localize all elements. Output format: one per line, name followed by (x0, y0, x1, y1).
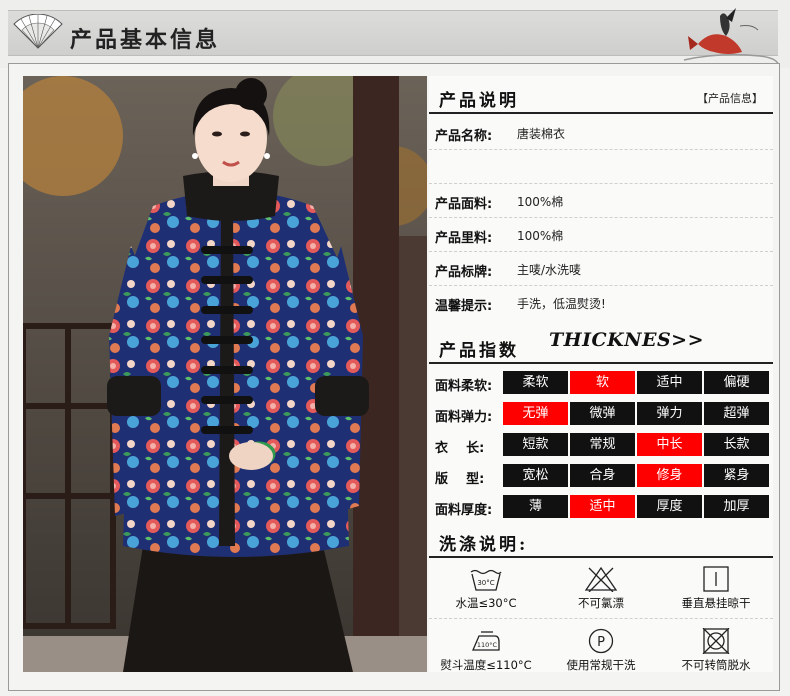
info-value: 手洗，低温熨烫! (517, 297, 606, 311)
info-column: 产品说明 【产品信息】 产品名称: 唐装棉衣 产品面料: 100%棉 产品里料:… (429, 76, 773, 672)
index-label: 面料厚度: (435, 503, 493, 518)
folding-fan-icon (13, 14, 63, 49)
wash-label: 不可转筒脱水 (681, 658, 751, 672)
wash-item: 110°C 熨斗温度≤110°C (429, 624, 543, 682)
index-option: 紧身 (704, 464, 769, 487)
wash-item: 30°C 水温≤30°C (429, 562, 543, 620)
wash-title: 洗涤说明: (439, 535, 529, 555)
index-subtitle: THICKNES>> (549, 329, 705, 351)
product-info-tag: 【产品信息】 (697, 92, 763, 105)
wash-icon-text: 30°C (477, 579, 494, 587)
wash-label: 水温≤30°C (455, 596, 517, 610)
info-row-name: 产品名称: 唐装棉衣 (429, 116, 773, 150)
professional-dryclean-icon: P (588, 628, 614, 654)
index-option-selected: 中长 (637, 433, 702, 456)
wash-header: 洗涤说明: (429, 522, 773, 558)
index-label: 版 型: (435, 472, 485, 487)
wash-item: 不可转筒脱水 (659, 624, 773, 682)
index-option: 薄 (503, 495, 568, 518)
index-option-selected: 无弹 (503, 402, 568, 425)
iron-110c-icon: 110°C (472, 631, 500, 651)
info-row-blank (429, 150, 773, 184)
index-row-fit: 版 型: 宽松 合身 修身 紧身 (429, 461, 773, 492)
info-row-lining: 产品里料: 100%棉 (429, 218, 773, 252)
index-option: 适中 (637, 371, 702, 394)
no-tumble-dry-icon (702, 628, 730, 654)
wash-icon-text: P (597, 635, 605, 650)
hang-dry-icon (703, 566, 729, 592)
info-row-fabric: 产品面料: 100%棉 (429, 184, 773, 218)
index-label: 衣 长: (435, 441, 485, 456)
wash-label: 熨斗温度≤110°C (440, 658, 532, 672)
index-option: 短款 (503, 433, 568, 456)
index-option: 合身 (570, 464, 635, 487)
info-label: 产品标牌: (435, 265, 493, 280)
wash-label: 使用常规干洗 (566, 658, 636, 672)
index-option: 加厚 (704, 495, 769, 518)
wash-30c-icon: 30°C (470, 569, 502, 591)
model-illustration (23, 76, 427, 672)
page-header: 产品基本信息 (0, 0, 790, 68)
wash-label: 不可氯漂 (578, 596, 624, 610)
index-option: 微弹 (570, 402, 635, 425)
info-label: 产品面料: (435, 197, 493, 212)
index-option-selected: 适中 (570, 495, 635, 518)
product-panel: 产品说明 【产品信息】 产品名称: 唐装棉衣 产品面料: 100%棉 产品里料:… (8, 63, 780, 691)
index-option: 长款 (704, 433, 769, 456)
info-row-label: 产品标牌: 主唛/水洗唛 (429, 252, 773, 286)
index-title: 产品指数 (439, 341, 519, 361)
index-option: 厚度 (637, 495, 702, 518)
index-option: 偏硬 (704, 371, 769, 394)
index-row-thickness: 面料厚度: 薄 适中 厚度 加厚 (429, 492, 773, 523)
index-label: 面料柔软: (435, 379, 493, 394)
info-label: 温馨提示: (435, 299, 493, 314)
index-option: 超弹 (704, 402, 769, 425)
index-label: 面料弹力: (435, 410, 493, 425)
index-option-selected: 修身 (637, 464, 702, 487)
index-option: 弹力 (637, 402, 702, 425)
index-option: 柔软 (503, 371, 568, 394)
info-row-tip: 温馨提示: 手洗，低温熨烫! (429, 286, 773, 320)
wash-item: 不可氯漂 (544, 562, 658, 620)
product-info-title: 产品说明 (439, 91, 519, 111)
info-value: 100%棉 (517, 229, 564, 243)
info-value: 100%棉 (517, 195, 564, 209)
index-row-softness: 面料柔软: 柔软 软 适中 偏硬 (429, 368, 773, 399)
koi-fish-icon (683, 8, 779, 65)
wash-label: 垂直悬挂晾干 (681, 596, 751, 610)
index-option: 宽松 (503, 464, 568, 487)
info-label: 产品里料: (435, 231, 493, 246)
product-photo (23, 76, 427, 672)
no-bleach-icon (584, 566, 618, 592)
wash-icon-text: 110°C (477, 641, 498, 649)
index-option-selected: 软 (570, 371, 635, 394)
wash-item: 垂直悬挂晾干 (659, 562, 773, 620)
index-option: 常规 (570, 433, 635, 456)
info-label: 产品名称: (435, 129, 493, 144)
index-row-elasticity: 面料弹力: 无弹 微弹 弹力 超弹 (429, 399, 773, 430)
page-title: 产品基本信息 (70, 27, 221, 53)
index-row-length: 衣 长: 短款 常规 中长 长款 (429, 430, 773, 461)
product-info-header: 产品说明 【产品信息】 (429, 76, 773, 114)
index-header: 产品指数 THICKNES>> (429, 324, 773, 364)
info-value: 唐装棉衣 (517, 127, 566, 141)
info-value: 主唛/水洗唛 (517, 263, 582, 277)
wash-item: P 使用常规干洗 (544, 624, 658, 682)
wash-grid: 30°C 水温≤30°C 不可氯漂 垂直悬挂晾干 110°C 熨斗温度≤110°… (429, 562, 773, 688)
